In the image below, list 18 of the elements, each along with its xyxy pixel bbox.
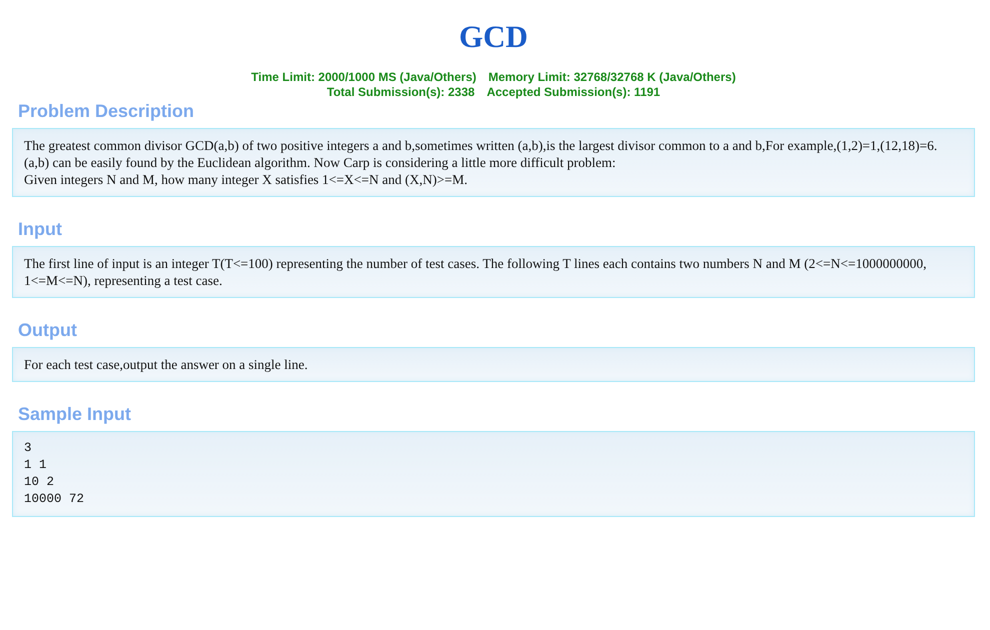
description-text: (a,b) can be easily found by the Euclidean algorithm. Now Carp is considering a little more difficult problem: <box>24 154 617 171</box>
sample-line: 3 <box>24 440 33 457</box>
problem-title: GCD <box>458 18 529 56</box>
description-text: The first line of input is an integer T(T<=100) representing the number of test cases. The following T lines each contains two numbers N and M (2<=N<=1000000000, 1<=M<=N), representing a test case. <box>24 255 928 289</box>
limit-text: Memory Limit: 32768/32768 K (Java/Others) <box>488 70 736 85</box>
submission-count: Accepted Submission(s): 1191 <box>486 85 660 100</box>
description-text: The greatest common divisor GCD(a,b) of two positive integers a and b,sometimes written (a,b),is the largest divisor common to a and b,For example,(1,2)=1,(12,18)=6. <box>24 137 938 154</box>
submission-count: Total Submission(s): 2338 <box>326 85 475 100</box>
section-heading: Problem Description <box>17 100 196 123</box>
sample-line: 10000 72 <box>24 491 86 508</box>
section-heading: Input <box>17 218 63 241</box>
sample-line: 10 2 <box>24 474 56 491</box>
section-heading: Sample Input <box>17 403 132 426</box>
limit-text: Time Limit: 2000/1000 MS (Java/Others) <box>251 70 476 85</box>
description-text: Given integers N and M, how many integer X satisfies 1<=X<=N and (X,N)>=M. <box>24 171 468 188</box>
section-heading: Output <box>17 319 78 342</box>
description-text: For each test case,output the answer on a single line. <box>24 356 309 373</box>
sample-line: 1 1 <box>24 457 48 474</box>
